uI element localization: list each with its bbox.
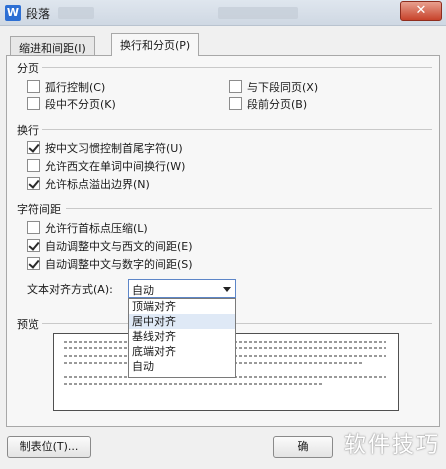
checkbox[interactable] — [229, 80, 242, 93]
checkbox[interactable] — [27, 159, 40, 172]
option-keep-with-next[interactable]: 与下段同页(X) — [229, 79, 318, 94]
blurred-region — [58, 7, 94, 19]
dropdown-option[interactable]: 自动 — [129, 359, 235, 374]
checkbox[interactable] — [27, 97, 40, 110]
checkbox[interactable] — [27, 141, 40, 154]
tab-line-page-breaks[interactable]: 换行和分页(P) — [111, 33, 200, 56]
text-alignment-select[interactable]: 自动 — [128, 279, 236, 298]
close-button[interactable]: ✕ — [400, 1, 442, 21]
option-auto-space-latin[interactable]: 自动调整中文与西文的间距(E) — [27, 238, 193, 253]
text-alignment-label: 文本对齐方式(A): — [27, 282, 113, 296]
option-auto-space-numbers[interactable]: 自动调整中文与数字的间距(S) — [27, 256, 193, 271]
chevron-down-icon[interactable] — [223, 287, 231, 292]
section-heading-pagination: 分页 — [17, 62, 39, 75]
option-widow-control[interactable]: 孤行控制(C) — [27, 79, 105, 94]
checkbox[interactable] — [27, 80, 40, 93]
tabs-button[interactable]: 制表位(T)... — [7, 436, 91, 458]
dropdown-option[interactable]: 底端对齐 — [129, 344, 235, 359]
option-page-break-before[interactable]: 段前分页(B) — [229, 96, 307, 111]
divider — [42, 323, 432, 324]
alignment-dropdown-list: 顶端对齐 居中对齐 基线对齐 底端对齐 自动 — [128, 298, 236, 378]
option-break-latin-words[interactable]: 允许西文在单词中间换行(W) — [27, 158, 185, 173]
divider — [42, 129, 432, 130]
option-compress-leading-punctuation[interactable]: 允许行首标点压缩(L) — [27, 220, 148, 235]
wps-app-icon: W — [5, 5, 21, 21]
section-heading-preview: 预览 — [17, 318, 39, 331]
option-hanging-punctuation[interactable]: 允许标点溢出边界(N) — [27, 176, 150, 191]
section-heading-line-break: 换行 — [17, 124, 39, 137]
checkbox[interactable] — [229, 97, 242, 110]
checkbox[interactable] — [27, 257, 40, 270]
divider — [42, 67, 432, 68]
dropdown-option[interactable]: 顶端对齐 — [129, 299, 235, 314]
blurred-region — [218, 7, 298, 19]
checkbox[interactable] — [27, 239, 40, 252]
title-bar: W 段落 ✕ — [0, 0, 446, 26]
select-value: 自动 — [132, 284, 154, 297]
preview-line — [64, 383, 324, 385]
option-chinese-line-rules[interactable]: 按中文习惯控制首尾字符(U) — [27, 140, 183, 155]
divider — [66, 208, 432, 209]
tab-indent-spacing[interactable]: 缩进和间距(I) — [10, 36, 95, 56]
checkbox[interactable] — [27, 221, 40, 234]
dropdown-option[interactable]: 居中对齐 — [129, 314, 235, 329]
checkbox[interactable] — [27, 177, 40, 190]
watermark: 软件技巧 — [343, 433, 440, 458]
option-keep-lines-together[interactable]: 段中不分页(K) — [27, 96, 116, 111]
dialog-title: 段落 — [26, 7, 51, 21]
ok-button[interactable]: 确 — [273, 436, 333, 458]
section-heading-char-spacing: 字符间距 — [17, 203, 61, 216]
dropdown-option[interactable]: 基线对齐 — [129, 329, 235, 344]
